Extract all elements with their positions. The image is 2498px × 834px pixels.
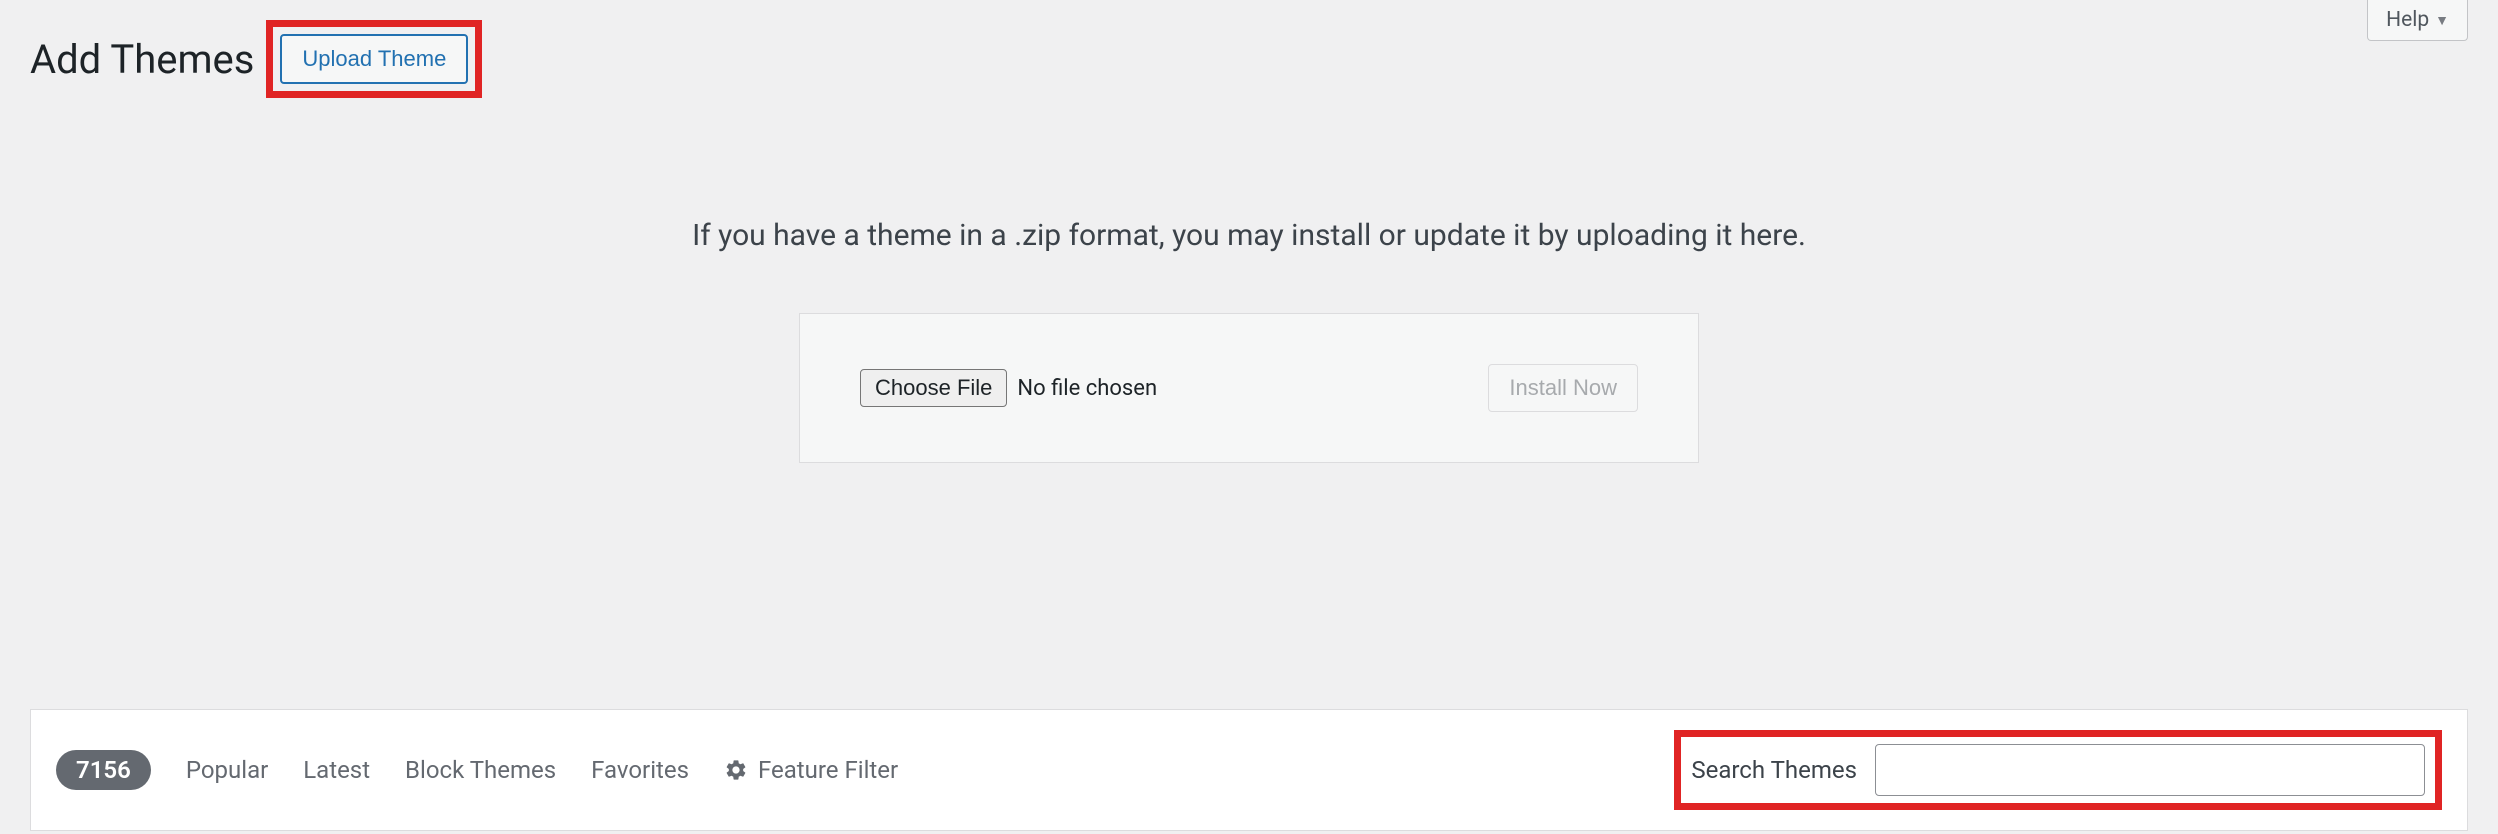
tab-block-themes[interactable]: Block Themes <box>405 756 556 784</box>
search-input[interactable] <box>1875 744 2425 796</box>
caret-down-icon: ▼ <box>2435 12 2449 29</box>
upload-instruction-text: If you have a theme in a .zip format, yo… <box>0 218 2498 253</box>
help-button[interactable]: Help ▼ <box>2367 0 2468 41</box>
upload-theme-highlight: Upload Theme <box>266 20 482 98</box>
upload-theme-button[interactable]: Upload Theme <box>280 34 468 84</box>
tab-latest[interactable]: Latest <box>303 756 370 784</box>
upload-form: Choose File No file chosen Install Now <box>799 313 1699 463</box>
file-input-group: Choose File No file chosen <box>860 369 1157 407</box>
theme-count-badge: 7156 <box>56 750 151 790</box>
page-title: Add Themes <box>30 36 254 83</box>
theme-filter-bar: 7156 Popular Latest Block Themes Favorit… <box>30 709 2468 831</box>
gear-icon <box>724 758 748 782</box>
file-status-text: No file chosen <box>1017 376 1157 401</box>
tab-favorites[interactable]: Favorites <box>591 756 689 784</box>
feature-filter-button[interactable]: Feature Filter <box>724 756 898 784</box>
choose-file-button[interactable]: Choose File <box>860 369 1007 407</box>
help-label: Help <box>2386 8 2429 32</box>
install-now-button[interactable]: Install Now <box>1488 364 1638 412</box>
feature-filter-label: Feature Filter <box>758 756 898 784</box>
page-header: Add Themes Upload Theme <box>0 0 2498 98</box>
tab-popular[interactable]: Popular <box>186 756 268 784</box>
search-highlight: Search Themes <box>1674 730 2442 810</box>
search-label: Search Themes <box>1691 756 1857 784</box>
